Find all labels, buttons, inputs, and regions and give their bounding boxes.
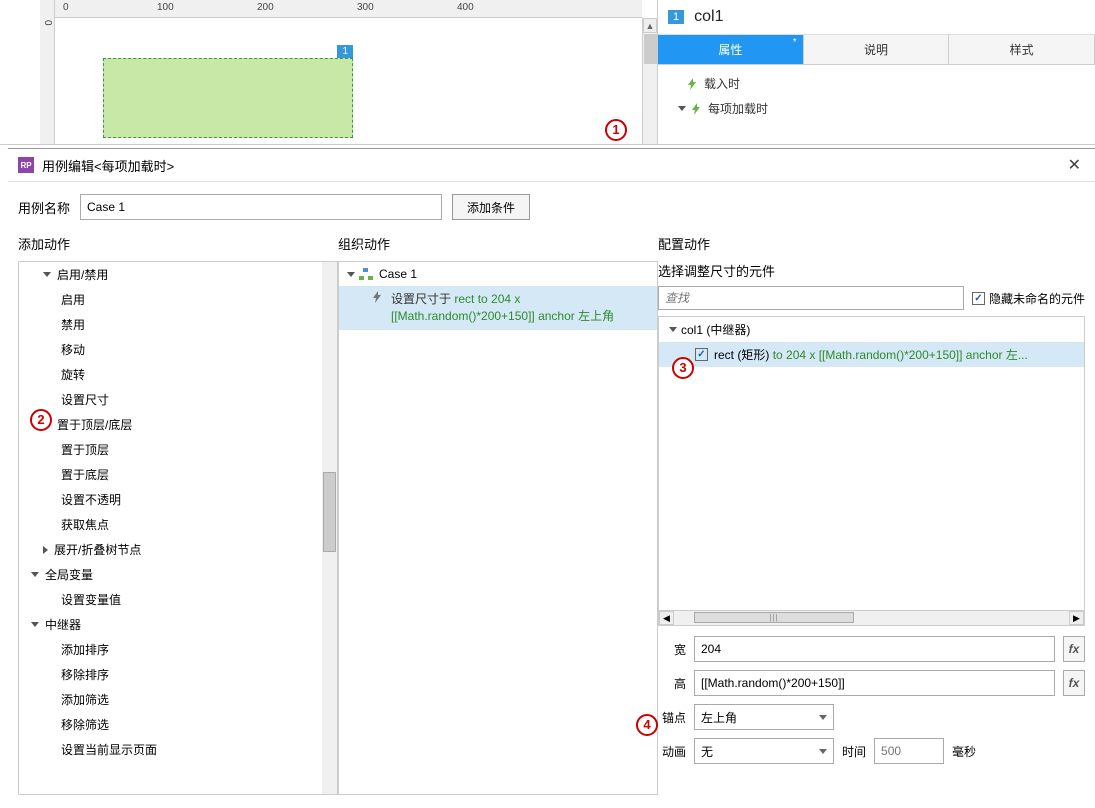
tab-properties[interactable]: 属性 xyxy=(658,35,804,64)
widget-tree-hscroll[interactable]: ◀ ▶ xyxy=(659,610,1084,625)
tree-item-rect[interactable]: ✓ rect (矩形) to 204 x [[Math.random()*200… xyxy=(659,342,1084,367)
widget-tree: col1 (中继器) ✓ rect (矩形) to 204 x [[Math.r… xyxy=(658,316,1085,626)
time-unit: 毫秒 xyxy=(952,743,976,760)
action-tree-scrollbar[interactable] xyxy=(322,262,337,794)
anchor-label: 锚点 xyxy=(658,709,686,726)
action-remove-sort[interactable]: 移除排序 xyxy=(19,662,337,687)
inspector-panel: 1 col1 属性 说明 样式 载入时 每项加载时 xyxy=(658,0,1095,144)
action-repeater[interactable]: 中继器 xyxy=(19,612,337,637)
action-bring-front-back[interactable]: 置于顶层/底层 xyxy=(19,412,337,437)
event-onload[interactable]: 载入时 xyxy=(658,71,1095,96)
canvas[interactable]: 1 xyxy=(55,18,642,144)
close-icon[interactable]: ✕ xyxy=(1064,155,1085,175)
app-icon: RP xyxy=(18,157,34,173)
marker-3: 3 xyxy=(672,357,694,379)
scroll-thumb[interactable] xyxy=(644,34,657,64)
repeater-widget[interactable]: 1 xyxy=(103,58,353,138)
ruler-horizontal: 0 100 200 300 400 xyxy=(55,0,642,18)
expand-icon[interactable] xyxy=(347,272,355,277)
case-icon xyxy=(359,268,373,280)
action-move[interactable]: 移动 xyxy=(19,337,337,362)
action-globals[interactable]: 全局变量 xyxy=(19,562,337,587)
org-action-setsize[interactable]: 设置尺寸于 rect to 204 x [[Math.random()*200+… xyxy=(339,286,657,330)
ruler-vertical: 0 xyxy=(40,0,55,144)
fx-button[interactable]: fx xyxy=(1063,636,1085,662)
add-action-header: 添加动作 xyxy=(18,228,338,261)
case-editor-dialog: RP 用例编辑<每项加载时> ✕ 用例名称 添加条件 添加动作 启用/禁用 启用… xyxy=(8,148,1095,808)
time-label: 时间 xyxy=(842,743,866,760)
case-name-input[interactable] xyxy=(80,194,442,220)
event-onitemload[interactable]: 每项加载时 xyxy=(658,96,1095,121)
checkbox-checked-icon: ✓ xyxy=(695,348,708,361)
scroll-up-icon[interactable]: ▲ xyxy=(643,18,657,33)
fx-button[interactable]: fx xyxy=(1063,670,1085,696)
lightning-icon xyxy=(690,103,702,115)
width-input[interactable] xyxy=(694,636,1055,662)
expand-icon[interactable] xyxy=(669,327,677,332)
action-tree: 启用/禁用 启用 禁用 移动 旋转 设置尺寸 置于顶层/底层 置于顶层 置于底层… xyxy=(18,261,338,795)
marker-1: 1 xyxy=(605,119,627,141)
search-input[interactable] xyxy=(658,286,964,310)
select-widget-label: 选择调整尺寸的元件 xyxy=(658,261,1085,286)
action-enable[interactable]: 启用 xyxy=(19,287,337,312)
animation-label: 动画 xyxy=(658,743,686,760)
org-case[interactable]: Case 1 xyxy=(339,262,657,286)
case-name-label: 用例名称 xyxy=(18,198,70,217)
action-enable-disable[interactable]: 启用/禁用 xyxy=(19,262,337,287)
marker-2: 2 xyxy=(30,409,52,431)
action-expand-collapse[interactable]: 展开/折叠树节点 xyxy=(19,537,337,562)
dialog-title: 用例编辑<每项加载时> xyxy=(42,156,174,175)
height-label: 高 xyxy=(658,675,686,692)
widget-name: col1 xyxy=(694,8,723,26)
widget-index: 1 xyxy=(668,10,684,24)
lightning-icon xyxy=(371,291,385,306)
action-add-filter[interactable]: 添加筛选 xyxy=(19,687,337,712)
scroll-right-icon[interactable]: ▶ xyxy=(1069,611,1084,625)
time-input[interactable] xyxy=(874,738,944,764)
canvas-panel: 0 100 200 300 400 0 1 ▲ xyxy=(0,0,658,144)
hide-unnamed-checkbox[interactable]: ✓ 隐藏未命名的元件 xyxy=(972,290,1085,307)
action-add-sort[interactable]: 添加排序 xyxy=(19,637,337,662)
action-set-size[interactable]: 设置尺寸 xyxy=(19,387,337,412)
checkbox-checked-icon: ✓ xyxy=(972,292,985,305)
action-send-back[interactable]: 置于底层 xyxy=(19,462,337,487)
expand-icon[interactable] xyxy=(678,106,686,111)
action-set-var[interactable]: 设置变量值 xyxy=(19,587,337,612)
scroll-left-icon[interactable]: ◀ xyxy=(659,611,674,625)
tab-notes[interactable]: 说明 xyxy=(804,35,950,64)
action-rotate[interactable]: 旋转 xyxy=(19,362,337,387)
animation-select[interactable]: 无 xyxy=(694,738,834,764)
action-set-opacity[interactable]: 设置不透明 xyxy=(19,487,337,512)
add-condition-button[interactable]: 添加条件 xyxy=(452,194,530,220)
tree-item-col1[interactable]: col1 (中继器) xyxy=(659,317,1084,342)
tab-style[interactable]: 样式 xyxy=(949,35,1095,64)
action-focus[interactable]: 获取焦点 xyxy=(19,512,337,537)
organize-action-header: 组织动作 xyxy=(338,228,658,261)
scroll-thumb[interactable] xyxy=(694,612,854,623)
widget-badge: 1 xyxy=(337,45,353,58)
height-input[interactable] xyxy=(694,670,1055,696)
width-label: 宽 xyxy=(658,641,686,658)
action-set-page[interactable]: 设置当前显示页面 xyxy=(19,737,337,762)
marker-4: 4 xyxy=(636,714,658,736)
organize-tree: Case 1 设置尺寸于 rect to 204 x [[Math.random… xyxy=(338,261,658,795)
lightning-icon xyxy=(686,78,698,90)
canvas-scrollbar[interactable]: ▲ xyxy=(642,18,657,144)
action-bring-front[interactable]: 置于顶层 xyxy=(19,437,337,462)
configure-action-header: 配置动作 xyxy=(658,228,1085,261)
inspector-tabs: 属性 说明 样式 xyxy=(658,35,1095,65)
action-disable[interactable]: 禁用 xyxy=(19,312,337,337)
action-remove-filter[interactable]: 移除筛选 xyxy=(19,712,337,737)
anchor-select[interactable]: 左上角 xyxy=(694,704,834,730)
